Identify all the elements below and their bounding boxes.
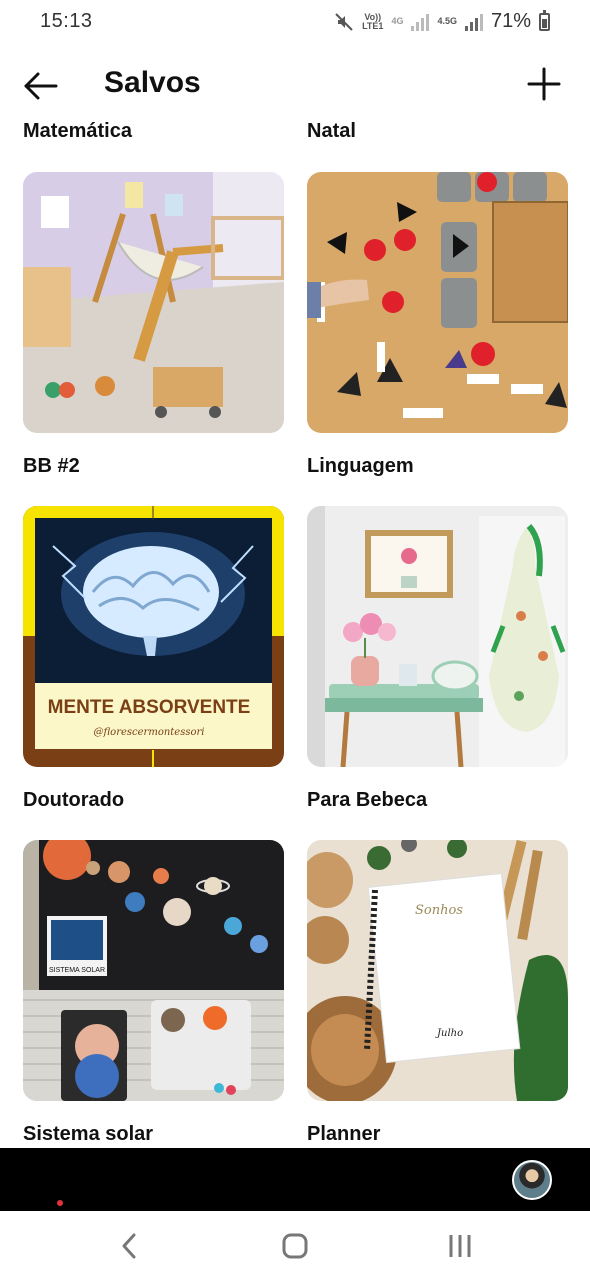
image-caption-text: Sonhos <box>415 903 463 918</box>
board-title[interactable]: Planner <box>307 1123 380 1146</box>
board-title[interactable]: Sistema solar <box>23 1123 153 1146</box>
board-title[interactable]: Doutorado <box>23 789 124 812</box>
board-cover-sistema-solar[interactable]: SISTEMA SOLAR <box>23 840 284 1101</box>
board-title-natal[interactable]: Natal <box>307 120 356 143</box>
back-chevron-icon[interactable] <box>112 1231 148 1261</box>
notification-dot <box>57 1200 63 1206</box>
board-title[interactable]: Linguagem <box>307 455 414 478</box>
net-4g-label: 4G <box>391 16 404 26</box>
bottom-navigation-bar <box>0 1148 590 1211</box>
board-title[interactable]: Para Bebeca <box>307 789 427 812</box>
status-time: 15:13 <box>40 10 93 32</box>
status-bar: 15:13 Vo)) LTE1 4G 4.5G 71% <box>0 0 590 44</box>
status-icons: Vo)) LTE1 4G 4.5G 71% <box>334 9 550 33</box>
battery-icon <box>539 9 550 31</box>
image-subcaption-text: @florescermontessori <box>94 727 205 738</box>
board-cover-bb2[interactable] <box>23 172 284 433</box>
volte-indicator: Vo)) LTE1 <box>362 11 384 31</box>
signal-icon <box>411 13 430 31</box>
board-title[interactable]: BB #2 <box>23 455 80 478</box>
board-cover-doutorado[interactable]: MENTE ABSORVENTE @florescermontessori <box>23 506 284 767</box>
image-caption-text: MENTE ABSORVENTE <box>48 697 251 718</box>
home-circle-icon[interactable] <box>277 1231 313 1261</box>
recents-bars-icon[interactable] <box>442 1231 478 1261</box>
image-caption-text: SISTEMA SOLAR <box>49 967 105 974</box>
battery-percent: 71% <box>490 10 531 32</box>
mute-icon <box>335 12 353 31</box>
top-app-bar: Salvos <box>0 56 590 116</box>
profile-avatar[interactable] <box>512 1160 552 1200</box>
add-board-plus-icon[interactable] <box>526 66 562 102</box>
image-subcaption-text: Julho <box>435 1028 463 1039</box>
board-cover-linguagem[interactable] <box>307 172 568 433</box>
back-arrow-icon[interactable] <box>20 68 60 104</box>
signal-icon <box>464 13 483 31</box>
board-cover-planner[interactable]: Sonhos Julho <box>307 840 568 1101</box>
board-title-matematica[interactable]: Matemática <box>23 120 132 143</box>
board-cover-para-bebeca[interactable] <box>307 506 568 767</box>
system-navigation-bar <box>0 1211 590 1280</box>
net-45g-label: 4.5G <box>437 16 457 26</box>
page-title: Salvos <box>104 66 201 99</box>
